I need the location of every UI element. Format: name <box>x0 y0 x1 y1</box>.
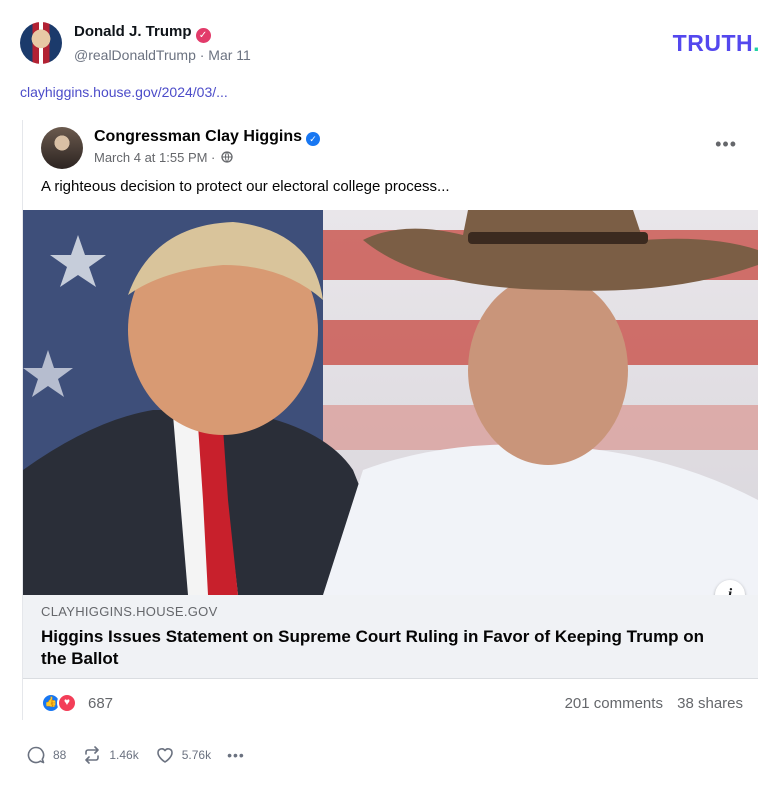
face-right <box>468 275 628 465</box>
reply-icon <box>27 746 45 764</box>
link-preview[interactable]: CLAYHIGGINS.HOUSE.GOV Higgins Issues Sta… <box>23 595 758 679</box>
shares-count[interactable]: 38 shares <box>677 695 743 712</box>
more-icon[interactable]: ••• <box>227 747 245 763</box>
retruth-button[interactable]: 1.46k <box>82 745 139 765</box>
preview-title[interactable]: Higgins Issues Statement on Supreme Cour… <box>41 626 721 670</box>
reply-count: 88 <box>53 748 67 762</box>
truth-logo-text: TRUTH <box>672 30 754 56</box>
retruth-count: 1.46k <box>109 748 139 762</box>
like-count: 5.76k <box>181 748 212 762</box>
like-button[interactable]: 5.76k <box>155 745 211 765</box>
truth-logo[interactable]: TRUTH. <box>673 30 760 57</box>
preview-domain: CLAYHIGGINS.HOUSE.GOV <box>41 604 218 619</box>
page-name-text[interactable]: Congressman Clay Higgins <box>94 128 302 145</box>
reply-button[interactable]: 88 <box>26 745 66 765</box>
article-image-illustration <box>23 210 758 595</box>
page-name[interactable]: Congressman Clay Higgins ✓ <box>94 128 321 146</box>
article-image[interactable] <box>23 210 758 595</box>
post-text: A righteous decision to protect our elec… <box>41 178 450 195</box>
more-options-button[interactable]: ••• <box>715 134 737 155</box>
post-timestamp[interactable]: March 4 at 1:55 PM · <box>94 150 233 165</box>
hat-band <box>468 232 648 244</box>
truth-logo-dot: . <box>753 30 760 56</box>
post-header: Donald J. Trump ✓ @realDonaldTrump · Mar … <box>20 20 760 66</box>
striped-shirt <box>323 444 758 595</box>
post-action-bar: 88 1.46k 5.76k ••• <box>26 744 261 766</box>
love-reaction-icon: ♥ <box>57 693 77 713</box>
author-name-text[interactable]: Donald J. Trump <box>74 23 192 40</box>
globe-icon <box>221 151 233 163</box>
post-link[interactable]: clayhiggins.house.gov/2024/03/... <box>20 84 228 100</box>
page-avatar[interactable] <box>41 127 83 169</box>
embedded-facebook-post[interactable]: Congressman Clay Higgins ✓ March 4 at 1:5… <box>22 120 758 720</box>
comments-count[interactable]: 201 comments <box>565 695 663 712</box>
more-actions-label: ••• <box>227 747 245 763</box>
retruth-icon <box>85 746 100 764</box>
verified-icon: ✓ <box>195 28 211 43</box>
engagement-stats: 201 comments 38 shares <box>555 695 743 712</box>
verified-icon: ✓ <box>306 132 321 146</box>
timestamp-text[interactable]: March 4 at 1:55 PM · <box>94 150 215 165</box>
heart-icon <box>156 748 173 763</box>
reaction-count: 687 <box>88 695 114 712</box>
author-handle-date[interactable]: @realDonaldTrump · Mar 11 <box>74 47 251 63</box>
author-name[interactable]: Donald J. Trump ✓ <box>74 23 211 43</box>
author-avatar[interactable] <box>20 22 62 64</box>
